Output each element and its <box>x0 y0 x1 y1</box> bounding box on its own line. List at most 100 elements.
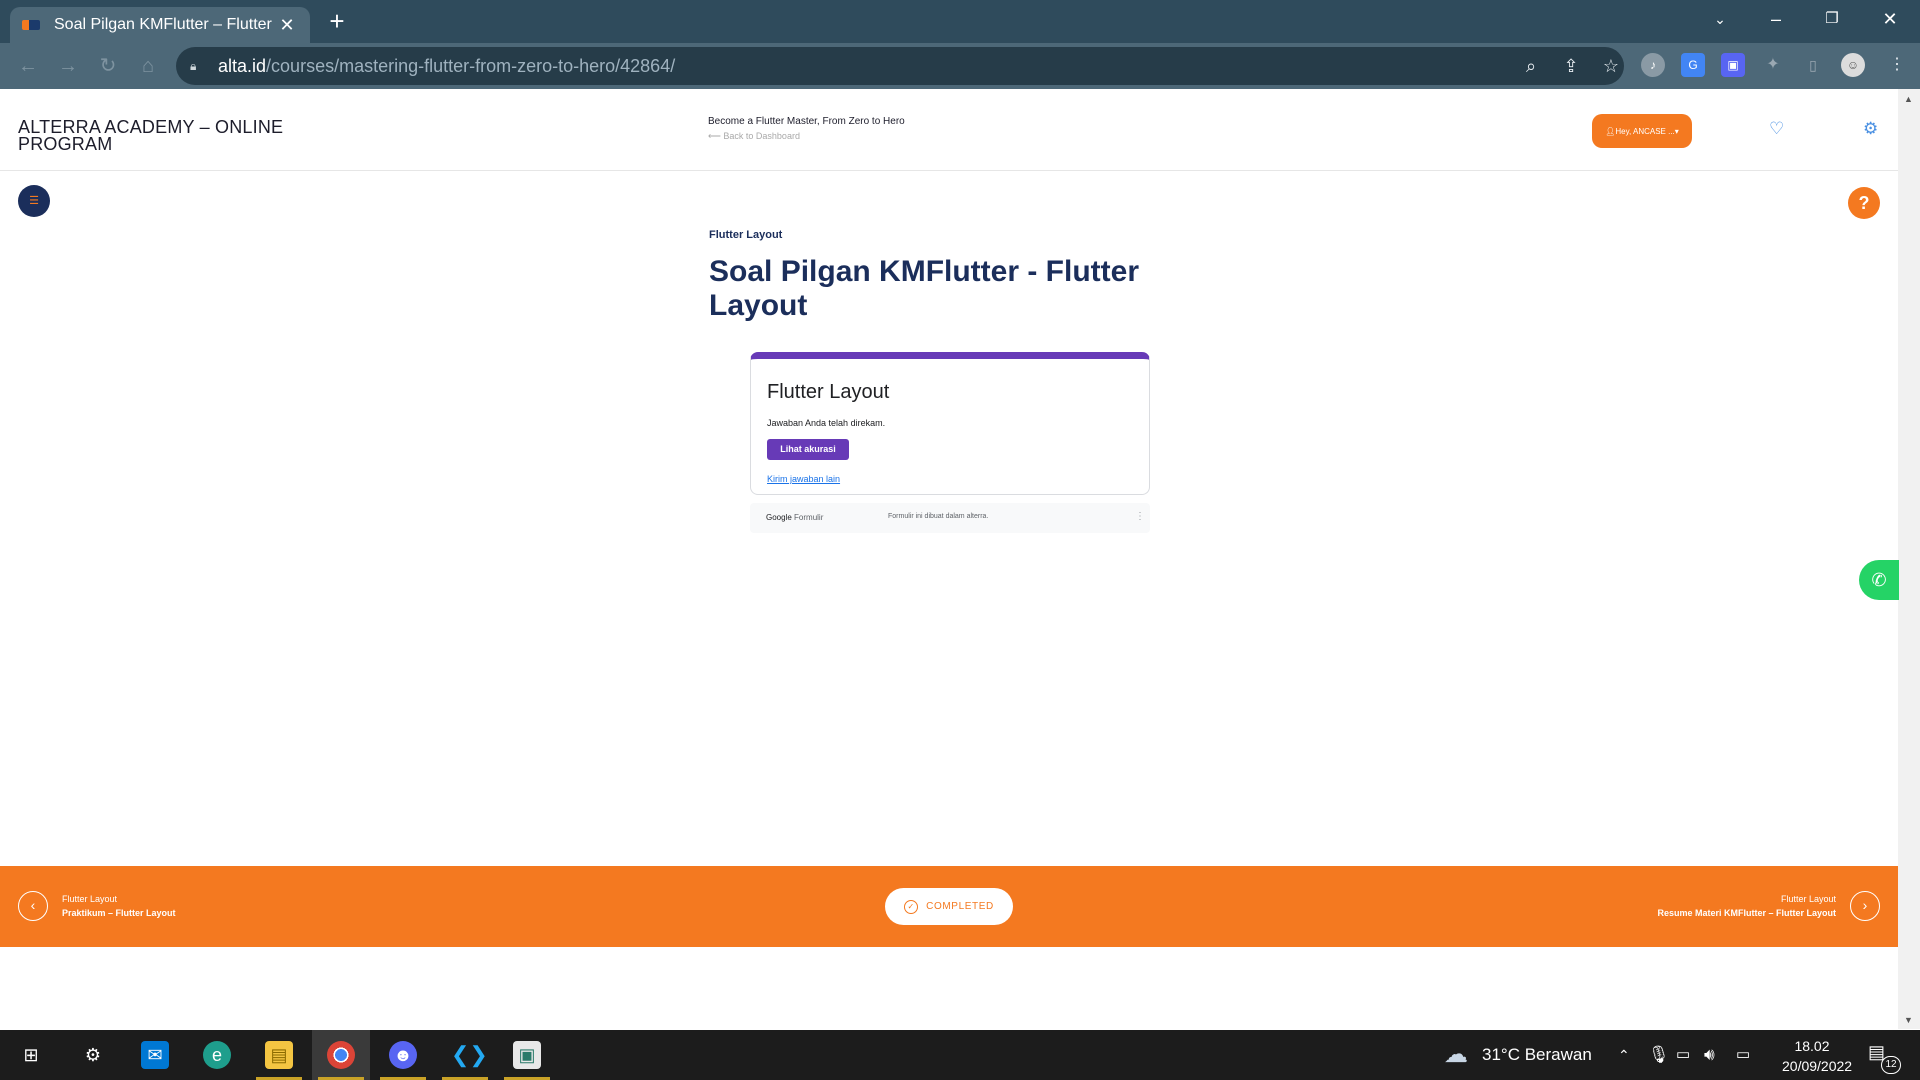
google-form-footer: Google Formulir Formulir ini dibuat dala… <box>750 503 1150 533</box>
form-confirmation-message: Jawaban Anda telah direkam. <box>767 418 886 428</box>
form-footer-note: Formulir ini dibuat dalam alterra. <box>888 513 989 520</box>
show-hidden-icons-chevron-icon[interactable]: ⌃ <box>1618 1030 1630 1080</box>
view-accuracy-button[interactable]: Lihat akurasi <box>767 439 849 460</box>
page-scrollbar[interactable] <box>1898 89 1920 1029</box>
tab-search-icon[interactable]: ⌄ <box>1692 0 1748 40</box>
side-panel-icon[interactable]: ▯ <box>1801 53 1825 77</box>
tab-close-icon[interactable]: ✕ <box>276 15 298 36</box>
back-arrow-icon[interactable]: ← <box>14 52 42 80</box>
reload-icon[interactable]: ↻ <box>94 52 122 80</box>
weather-text[interactable]: 31°C Berawan <box>1482 1030 1592 1080</box>
edge-browser-icon: e <box>203 1041 231 1069</box>
lock-icon: 🔒︎ <box>190 59 197 73</box>
taskbar-app-window[interactable]: ▣ <box>498 1030 556 1080</box>
mail-icon: ✉ <box>141 1041 169 1069</box>
volume-icon[interactable]: 🔊︎ <box>1704 1030 1715 1080</box>
prev-lesson-category[interactable]: Flutter Layout <box>62 894 117 904</box>
curriculum-menu-button[interactable]: ☰ <box>18 185 50 217</box>
bookmark-star-icon[interactable]: ☆ <box>1600 55 1622 77</box>
user-icon: 👤︎ <box>1605 126 1616 136</box>
windows-taskbar: ⊞ ⚙ ✉ e ▤ ☻ ❮❯ ▣ ☁ 31°C Berawan ⌃ 🎙︎ ▭ 🔊… <box>0 1030 1920 1080</box>
course-title: Become a Flutter Master, From Zero to He… <box>708 116 905 127</box>
taskbar-chrome[interactable] <box>312 1030 370 1080</box>
home-icon[interactable]: ⌂ <box>134 52 162 80</box>
app-window-icon: ▣ <box>513 1041 541 1069</box>
extension-music-icon[interactable]: ♪ <box>1641 53 1665 77</box>
vscode-icon: ❮❯ <box>451 1042 488 1067</box>
share-icon[interactable]: ⇪ <box>1560 55 1582 77</box>
site-brand[interactable]: ALTERRA ACADEMY – ONLINE PROGRAM <box>18 118 318 153</box>
user-menu-label: Hey, ANCASE ... <box>1615 126 1675 136</box>
extension-translate-icon[interactable]: G <box>1681 53 1705 77</box>
clock-time: 18.02 <box>1794 1038 1830 1054</box>
completed-status-button[interactable]: ✓ COMPLETED <box>885 888 1013 925</box>
browser-toolbar: ← → ↻ ⌂ 🔒︎ alta.id/courses/mastering-flu… <box>0 43 1920 89</box>
profile-avatar[interactable]: ☺ <box>1841 53 1865 77</box>
submit-another-response-link[interactable]: Kirim jawaban lain <box>767 474 840 484</box>
back-to-dashboard-link[interactable]: ⟵ Back to Dashboard <box>708 131 800 142</box>
form-title: Flutter Layout <box>767 381 890 403</box>
close-window-icon[interactable]: ✕ <box>1862 0 1918 40</box>
settings-gear-icon[interactable]: ⚙ <box>1863 119 1878 139</box>
site-favicon-icon <box>22 20 40 30</box>
taskbar-mail[interactable]: ✉ <box>126 1030 184 1080</box>
next-lesson-chevron-icon[interactable]: › <box>1850 891 1880 921</box>
notification-count-badge: 12 <box>1881 1056 1901 1074</box>
windows-logo-icon: ⊞ <box>23 1045 39 1065</box>
back-arrow-icon: ⟵ <box>708 131 724 141</box>
check-circle-icon: ✓ <box>904 899 919 914</box>
tab-title: Soal Pilgan KMFlutter – Flutter Layout <box>54 16 276 33</box>
url-path: /courses/mastering-flutter-from-zero-to-… <box>266 55 676 76</box>
lesson-navigation-bar: ‹ Flutter Layout Praktikum – Flutter Lay… <box>0 866 1898 947</box>
address-bar[interactable]: 🔒︎ alta.id/courses/mastering-flutter-fro… <box>176 47 1624 85</box>
network-icon[interactable]: ▭ <box>1736 1030 1750 1080</box>
google-forms-logo[interactable]: Google Formulir <box>766 513 823 522</box>
browser-menu-icon[interactable]: ⋮ <box>1885 53 1909 77</box>
url-domain: alta.id <box>218 55 267 76</box>
next-lesson-category[interactable]: Flutter Layout <box>1781 894 1836 904</box>
discord-icon: ☻ <box>389 1041 417 1069</box>
back-link-label: Back to Dashboard <box>723 131 800 141</box>
extensions-puzzle-icon[interactable]: ✦ <box>1761 53 1785 77</box>
scroll-up-arrow-icon[interactable]: ▲ <box>1904 94 1913 104</box>
lesson-title: Soal Pilgan KMFlutter - Flutter Layout <box>709 255 1140 322</box>
wishlist-heart-icon[interactable]: ♡ <box>1769 119 1784 139</box>
system-clock[interactable]: 18.02 20/09/2022 <box>1782 1036 1853 1076</box>
prev-lesson-title[interactable]: Praktikum – Flutter Layout <box>62 908 176 918</box>
start-button[interactable]: ⊞ <box>2 1030 60 1080</box>
browser-tabstrip: Soal Pilgan KMFlutter – Flutter Layout ✕… <box>0 0 1920 43</box>
restore-icon[interactable]: ❐ <box>1804 0 1860 40</box>
taskbar-settings[interactable]: ⚙ <box>64 1030 122 1080</box>
taskbar-discord[interactable]: ☻ <box>374 1030 432 1080</box>
site-header: ALTERRA ACADEMY – ONLINE PROGRAM Become … <box>0 89 1898 171</box>
taskbar-file-explorer[interactable]: ▤ <box>250 1030 308 1080</box>
taskbar-edge[interactable]: e <box>188 1030 246 1080</box>
clock-date: 20/09/2022 <box>1782 1058 1853 1074</box>
more-options-icon[interactable]: ⋮ <box>1135 511 1145 522</box>
weather-cloud-icon[interactable]: ☁ <box>1444 1030 1468 1080</box>
extension-chat-icon[interactable]: ▣ <box>1721 53 1745 77</box>
minimize-icon[interactable]: – <box>1748 0 1804 40</box>
url-text[interactable]: alta.id/courses/mastering-flutter-from-z… <box>218 56 675 77</box>
user-menu-button[interactable]: 👤︎ Hey, ANCASE ... ▾ <box>1592 114 1692 148</box>
scroll-down-arrow-icon[interactable]: ▼ <box>1904 1015 1913 1025</box>
prev-lesson-chevron-icon[interactable]: ‹ <box>18 891 48 921</box>
google-logo-text: Google <box>766 513 792 522</box>
taskbar-vscode[interactable]: ❮❯ <box>436 1030 494 1080</box>
google-form-card: Flutter Layout Jawaban Anda telah direka… <box>750 352 1150 495</box>
settings-gear-icon: ⚙ <box>84 1045 102 1065</box>
battery-icon[interactable]: ▭ <box>1676 1030 1690 1080</box>
help-button[interactable]: ? <box>1848 187 1880 219</box>
folder-icon: ▤ <box>265 1041 293 1069</box>
new-tab-button[interactable]: + <box>322 7 352 37</box>
lesson-category: Flutter Layout <box>709 229 783 241</box>
forms-logo-text: Formulir <box>794 513 824 522</box>
microphone-icon[interactable]: 🎙︎ <box>1648 1030 1670 1080</box>
caret-down-icon: ▾ <box>1674 126 1679 136</box>
zoom-icon[interactable]: ⌕ <box>1520 55 1542 77</box>
forward-arrow-icon[interactable]: → <box>54 52 82 80</box>
chrome-browser-icon <box>327 1041 355 1069</box>
browser-tab-active[interactable]: Soal Pilgan KMFlutter – Flutter Layout ✕ <box>10 7 310 43</box>
next-lesson-title[interactable]: Resume Materi KMFlutter – Flutter Layout <box>1657 908 1836 918</box>
whatsapp-chat-button[interactable]: ✆ <box>1859 560 1899 600</box>
